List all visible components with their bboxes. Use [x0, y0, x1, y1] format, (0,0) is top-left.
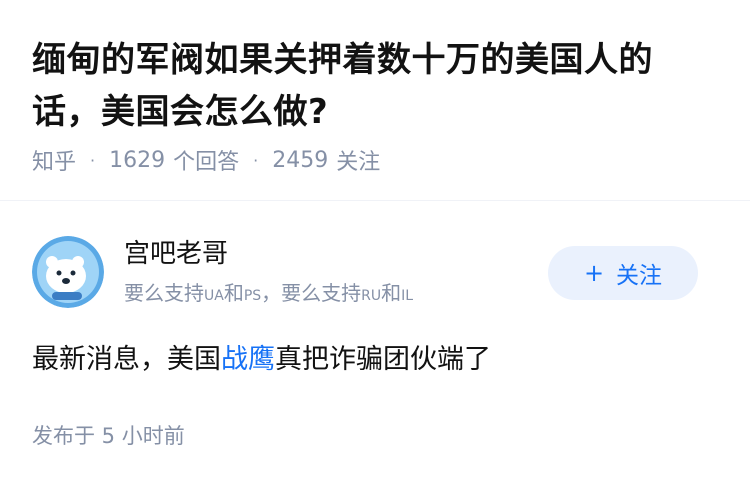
bio-abbrev: IL	[401, 288, 414, 304]
answer-count-label[interactable]: 个回答	[173, 144, 239, 176]
follower-count: 2459	[272, 147, 329, 173]
bio-abbrev: PS	[243, 288, 262, 304]
bio-abbrev: UA	[204, 288, 224, 304]
follow-button-label: 关注	[616, 263, 663, 289]
answer-content: 最新消息，美国战鹰真把诈骗团伙端了	[32, 338, 491, 382]
answer-text: 最新消息，美国	[32, 344, 221, 375]
bio-text: 和	[223, 281, 244, 305]
answer-page: 缅甸的军阀如果关押着数十万的美国人的话，美国会怎么做? 知乎 · 1629 个回…	[0, 0, 750, 490]
follower-count-label[interactable]: 关注	[336, 144, 380, 176]
bio-text: 要么支持	[124, 281, 204, 305]
answer-count: 1629	[109, 147, 166, 173]
author-name[interactable]: 宫吧老哥	[124, 236, 228, 272]
avatar-image	[32, 236, 104, 308]
question-meta: 知乎 · 1629 个回答 · 2459 关注	[32, 142, 380, 178]
bio-abbrev: RU	[361, 288, 382, 304]
answer-timestamp: 发布于 5 小时前	[32, 424, 185, 448]
author-bio: 要么支持UA和PS，要么支持RU和IL	[124, 278, 413, 311]
source-label[interactable]: 知乎	[32, 144, 76, 176]
meta-separator: ·	[90, 150, 96, 170]
avatar[interactable]	[32, 236, 104, 308]
meta-separator: ·	[253, 150, 259, 170]
follow-button[interactable]: + 关注	[548, 246, 698, 300]
section-divider	[0, 200, 750, 201]
answer-link[interactable]: 战鹰	[221, 344, 275, 375]
answer-text: 真把诈骗团伙端了	[275, 344, 491, 375]
bio-text: ，要么支持	[261, 281, 362, 305]
bio-text: 和	[381, 281, 402, 305]
question-title[interactable]: 缅甸的军阀如果关押着数十万的美国人的话，美国会怎么做?	[32, 34, 712, 138]
plus-icon: +	[583, 259, 605, 287]
